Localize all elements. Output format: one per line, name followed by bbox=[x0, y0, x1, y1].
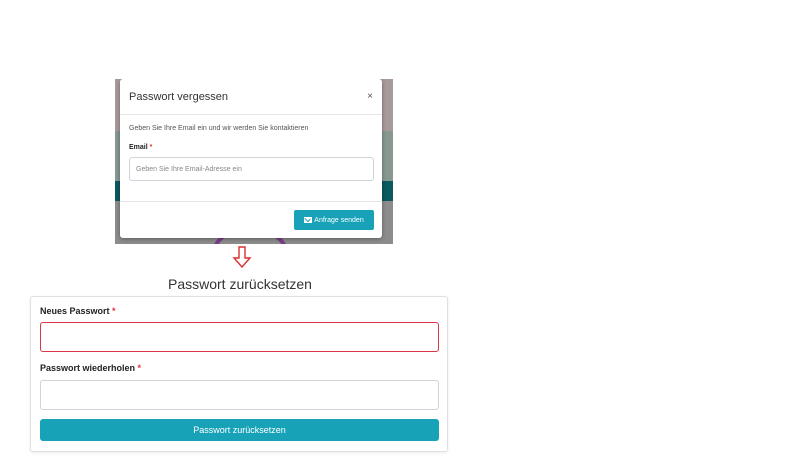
required-mark: * bbox=[137, 363, 142, 373]
required-mark: * bbox=[149, 144, 153, 151]
forgot-password-screenshot: Passwort vergessen × Geben Sie Ihre Emai… bbox=[115, 79, 393, 244]
new-password-field[interactable] bbox=[40, 322, 439, 352]
repeat-password-label-text: Passwort wiederholen bbox=[40, 363, 136, 373]
new-password-label-text: Neues Passwort bbox=[40, 306, 110, 316]
close-icon[interactable]: × bbox=[367, 91, 373, 102]
modal-title: Passwort vergessen bbox=[129, 90, 229, 103]
required-mark: * bbox=[112, 306, 116, 316]
page: Passwort vergessen × Geben Sie Ihre Emai… bbox=[0, 0, 800, 471]
repeat-password-label: Passwort wiederholen * bbox=[40, 363, 141, 373]
modal-body: Geben Sie Ihre Email ein und wir werden … bbox=[120, 115, 382, 181]
modal-header: Passwort vergessen × bbox=[120, 79, 382, 115]
envelope-icon bbox=[304, 217, 313, 223]
reset-password-card: Neues Passwort * Passwort wiederholen * … bbox=[30, 296, 448, 452]
modal-footer: Anfrage senden bbox=[120, 201, 382, 238]
email-label-text: Email bbox=[129, 144, 148, 151]
email-label: Email * bbox=[129, 144, 373, 151]
reset-password-button[interactable]: Passwort zurücksetzen bbox=[40, 419, 439, 441]
repeat-password-field[interactable] bbox=[40, 380, 439, 410]
down-arrow-icon bbox=[232, 246, 252, 268]
reset-heading: Passwort zurücksetzen bbox=[168, 276, 312, 292]
modal-description: Geben Sie Ihre Email ein und wir werden … bbox=[129, 125, 309, 132]
send-request-button[interactable]: Anfrage senden bbox=[294, 210, 374, 230]
forgot-password-modal: Passwort vergessen × Geben Sie Ihre Emai… bbox=[120, 79, 382, 238]
send-request-label: Anfrage senden bbox=[314, 216, 364, 224]
email-field[interactable]: Geben Sie Ihre Email-Adresse ein bbox=[129, 157, 374, 181]
new-password-label: Neues Passwort * bbox=[40, 306, 116, 316]
email-placeholder: Geben Sie Ihre Email-Adresse ein bbox=[136, 165, 242, 173]
